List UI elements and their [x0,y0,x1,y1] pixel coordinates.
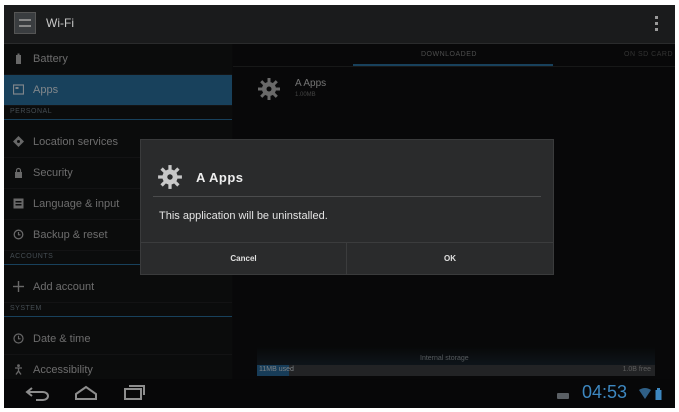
dialog-message: This application will be uninstalled. [159,210,328,222]
recent-apps-icon[interactable] [120,385,148,401]
system-bar: 04:53 [4,379,675,408]
clock-time[interactable]: 04:53 [582,382,627,403]
dialog-button-bar: Cancel OK [141,242,553,275]
settings-app-icon[interactable] [14,12,36,34]
dialog-divider [153,196,541,197]
home-icon[interactable] [72,385,100,401]
wifi-signal-icon [639,387,651,405]
overflow-menu-icon[interactable] [655,14,659,34]
battery-status-icon [655,387,662,405]
notification-icon[interactable] [556,388,570,406]
action-bar: Wi-Fi [4,5,675,44]
dialog-title: A Apps [196,170,244,185]
cancel-button[interactable]: Cancel [141,243,347,275]
back-icon[interactable] [24,385,52,401]
action-bar-title: Wi-Fi [46,16,74,30]
ok-button[interactable]: OK [347,243,553,275]
app-gear-icon [157,164,183,190]
uninstall-dialog: A Apps This application will be uninstal… [140,139,554,275]
tablet-screen: Wi-Fi Battery Apps PERSONAL Location ser… [4,5,675,408]
